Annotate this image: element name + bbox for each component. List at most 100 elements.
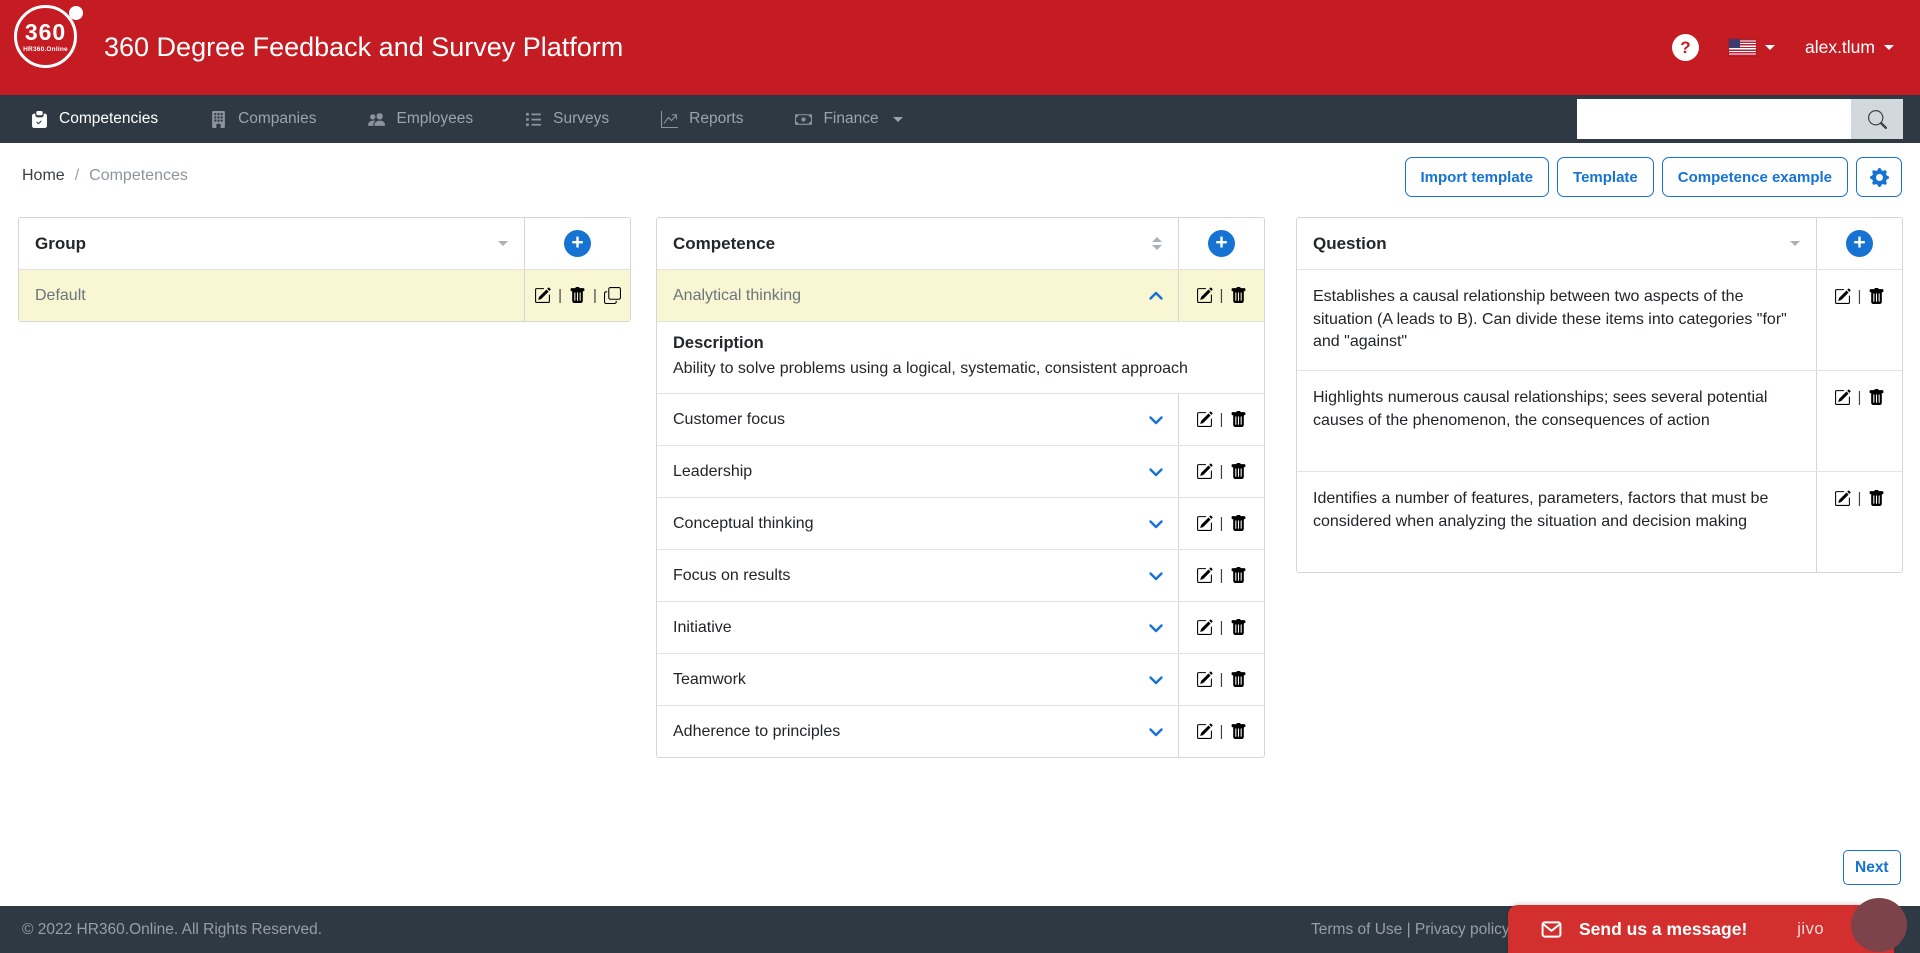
search-input[interactable] [1577,99,1851,139]
competence-description: Description Ability to solve problems us… [657,321,1264,393]
app-logo[interactable]: 360 HR360.Online [14,5,83,73]
gear-icon [1870,168,1889,187]
delete-icon[interactable] [1230,463,1247,480]
edit-icon[interactable] [1834,288,1851,305]
separator: | [1219,723,1224,740]
chevron-down-icon[interactable] [1148,620,1164,636]
separator: | [558,287,562,304]
language-selector[interactable] [1728,39,1775,56]
separator: | [1219,567,1224,584]
competence-row[interactable]: Teamwork | [657,653,1264,705]
search-button[interactable] [1851,99,1903,139]
edit-icon[interactable] [1196,723,1213,740]
chevron-down-icon [892,116,903,122]
next-button[interactable]: Next [1843,850,1901,885]
edit-icon[interactable] [534,287,551,304]
competence-row[interactable]: Initiative | [657,601,1264,653]
competence-panel-title: Competence [673,233,776,253]
top-header-bar: 360 HR360.Online 360 Degree Feedback and… [0,0,1920,95]
edit-icon[interactable] [1196,411,1213,428]
competence-name: Focus on results [673,566,791,584]
user-menu[interactable]: alex.tlum [1805,37,1894,58]
help-icon[interactable]: ? [1671,34,1699,61]
chevron-up-icon[interactable] [1148,288,1164,304]
add-group-button[interactable]: + [564,230,591,257]
question-row[interactable]: Identifies a number of features, paramet… [1297,471,1902,572]
edit-icon[interactable] [1196,567,1213,584]
copy-icon[interactable] [604,287,621,304]
delete-icon[interactable] [1230,515,1247,532]
separator: | [1219,619,1224,636]
chevron-down-icon[interactable] [1148,672,1164,688]
sort-control[interactable] [1152,218,1162,269]
edit-icon[interactable] [1196,287,1213,304]
sort-caret-down-icon [1152,245,1162,250]
nav-item-reports[interactable]: Reports [635,95,769,143]
sort-control[interactable] [1790,218,1800,269]
app-title: 360 Degree Feedback and Survey Platform [104,32,624,62]
search-icon [1868,110,1887,129]
edit-icon[interactable] [1196,463,1213,480]
nav-item-finance[interactable]: Finance [769,95,928,143]
chevron-down-icon[interactable] [1148,464,1164,480]
edit-icon[interactable] [1196,515,1213,532]
question-row[interactable]: Highlights numerous causal relationships… [1297,370,1902,471]
separator: | [1219,671,1224,688]
chevron-down-icon[interactable] [1148,568,1164,584]
competence-row[interactable]: Leadership | [657,445,1264,497]
nav-item-employees[interactable]: Employees [342,95,499,143]
chevron-down-icon[interactable] [1148,412,1164,428]
logo-subtext: HR360.Online [23,45,68,53]
question-row[interactable]: Establishes a causal relationship betwee… [1297,269,1902,370]
competence-row[interactable]: Conceptual thinking | [657,497,1264,549]
clipboard-check-icon [31,111,48,128]
edit-icon[interactable] [1834,490,1851,507]
nav-item-surveys[interactable]: Surveys [499,95,635,143]
delete-icon[interactable] [1230,723,1247,740]
delete-icon[interactable] [1868,490,1885,507]
competence-row[interactable]: Focus on results | [657,549,1264,601]
delete-icon[interactable] [1230,619,1247,636]
delete-icon[interactable] [1230,567,1247,584]
delete-icon[interactable] [1868,389,1885,406]
chevron-down-icon [1764,45,1775,50]
add-question-button[interactable]: + [1846,230,1873,257]
separator: | [1857,490,1862,507]
import-template-button[interactable]: Import template [1404,157,1550,197]
sort-control[interactable] [498,218,508,269]
competence-panel: Competence + Analytical thinking | Descr… [656,217,1265,758]
breadcrumb-separator: / [74,167,80,184]
footer-links[interactable]: Terms of Use | Privacy policy [1311,906,1510,953]
competence-example-button[interactable]: Competence example [1661,157,1848,197]
chevron-down-icon[interactable] [1148,516,1164,532]
delete-icon[interactable] [1230,287,1247,304]
separator: | [1219,287,1224,304]
group-add-cell: + [524,218,630,269]
competence-row[interactable]: Customer focus | [657,393,1264,445]
edit-icon[interactable] [1196,619,1213,636]
group-row-default[interactable]: Default | | [19,269,630,321]
header-right-controls: ? alex.tlum [1671,0,1894,95]
template-button[interactable]: Template [1557,157,1654,197]
copyright-text: © 2022 HR360.Online. All Rights Reserved… [22,920,323,938]
competence-row[interactable]: Adherence to principles | [657,705,1264,757]
nav-item-companies[interactable]: Companies [184,95,342,143]
settings-button[interactable] [1856,157,1902,197]
nav-item-competencies[interactable]: Competencies [5,95,184,143]
delete-icon[interactable] [1868,288,1885,305]
chevron-down-icon[interactable] [1148,724,1164,740]
nav-label: Reports [689,110,744,127]
delete-icon[interactable] [569,287,586,304]
edit-icon[interactable] [1196,671,1213,688]
delete-icon[interactable] [1230,671,1247,688]
edit-icon[interactable] [1834,389,1851,406]
chat-widget[interactable]: Send us a message! jivo [1508,905,1894,953]
chart-icon [661,111,678,128]
chat-avatar-bubble[interactable] [1851,898,1907,952]
question-panel: Question + Establishes a causal relation… [1296,217,1903,573]
group-name: Default [35,286,86,304]
delete-icon[interactable] [1230,411,1247,428]
breadcrumb-home-link[interactable]: Home [22,167,65,185]
competence-row-expanded[interactable]: Analytical thinking | [657,269,1264,321]
add-competence-button[interactable]: + [1208,230,1235,257]
